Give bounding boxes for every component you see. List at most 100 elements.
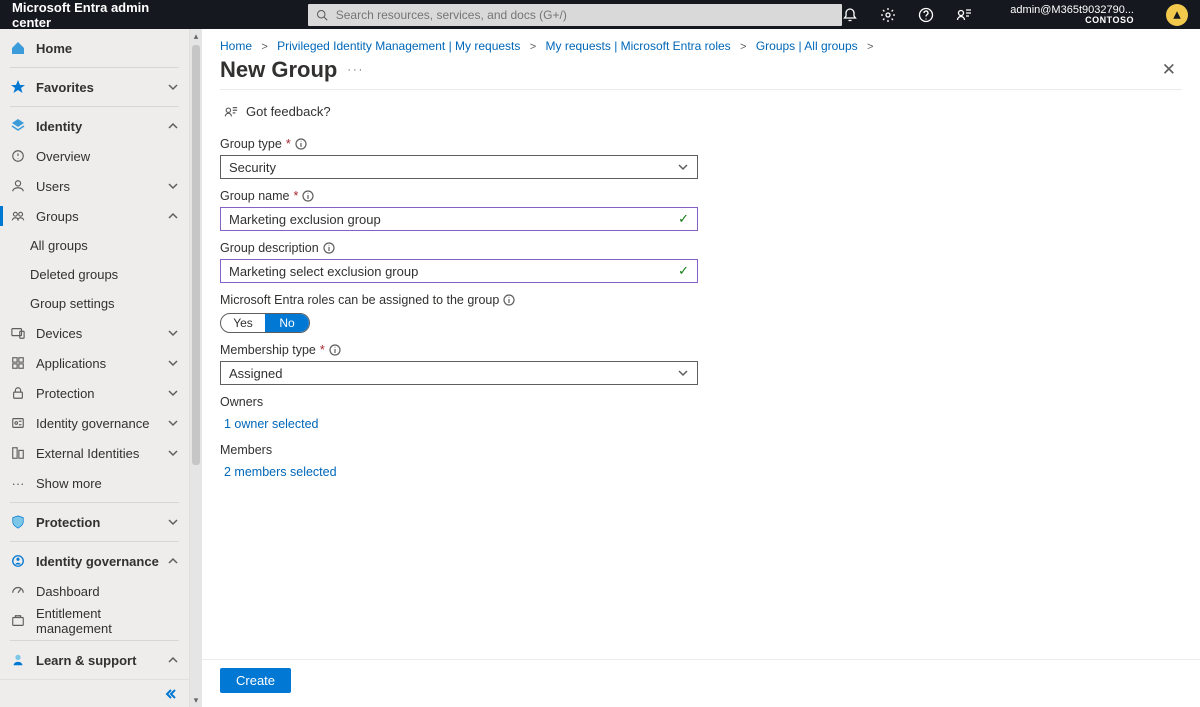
nav-home-label: Home [36, 41, 179, 56]
nav-groups-label: Groups [36, 209, 167, 224]
nav-identity[interactable]: Identity [0, 111, 189, 141]
chevron-up-icon [167, 555, 179, 567]
owners-link[interactable]: 1 owner selected [220, 413, 319, 433]
scroll-up-icon: ▴ [194, 29, 199, 43]
nav-entitlement[interactable]: Entitlement management [0, 606, 189, 636]
star-icon [10, 79, 26, 95]
nav-external-identities[interactable]: External Identities [0, 438, 189, 468]
info-icon[interactable] [329, 344, 341, 356]
roles-toggle-yes[interactable]: Yes [221, 314, 265, 332]
info-icon[interactable] [295, 138, 307, 150]
nav-group-settings-label: Group settings [30, 296, 179, 311]
roles-toggle[interactable]: Yes No [220, 313, 310, 333]
membership-select[interactable]: Assigned [220, 361, 698, 385]
nav-protection-sub-label: Protection [36, 386, 167, 401]
nav-home[interactable]: Home [0, 33, 189, 63]
feedback-icon [224, 105, 238, 119]
roles-label: Microsoft Entra roles can be assigned to… [220, 293, 499, 307]
avatar-icon [1171, 9, 1183, 21]
nav-identity-governance-label: Identity governance [36, 554, 167, 569]
breadcrumb-item[interactable]: Privileged Identity Management | My requ… [277, 39, 520, 53]
nav-dashboard-label: Dashboard [36, 584, 179, 599]
required-indicator: * [293, 189, 298, 203]
sidebar-scrollbar[interactable]: ▴ ▾ [190, 29, 202, 707]
topbar: Microsoft Entra admin center admin@M365t… [0, 0, 1200, 29]
nav-favorites[interactable]: Favorites [0, 72, 189, 102]
nav-overview[interactable]: Overview [0, 141, 189, 171]
nav-overview-label: Overview [36, 149, 179, 164]
group-desc-input[interactable]: Marketing select exclusion group ✓ [220, 259, 698, 283]
breadcrumb-item[interactable]: Home [220, 39, 252, 53]
more-actions-button[interactable]: ··· [347, 64, 364, 76]
account-block[interactable]: admin@M365t9032790... CONTOSO [1010, 4, 1134, 26]
shield-icon [10, 514, 26, 530]
overview-icon [10, 148, 26, 164]
info-icon[interactable] [302, 190, 314, 202]
nav-protection-sub[interactable]: Protection [0, 378, 189, 408]
lock-icon [10, 385, 26, 401]
group-name-input[interactable]: Marketing exclusion group ✓ [220, 207, 698, 231]
groups-icon [10, 208, 26, 224]
chevron-down-icon [167, 81, 179, 93]
breadcrumb-item[interactable]: Groups | All groups [756, 39, 858, 53]
footer: Create [202, 659, 1200, 707]
roles-toggle-no[interactable]: No [265, 314, 309, 332]
nav-applications-label: Applications [36, 356, 167, 371]
nav-deleted-groups[interactable]: Deleted groups [0, 260, 189, 289]
required-indicator: * [320, 343, 325, 357]
applications-icon [10, 355, 26, 371]
identity-icon [10, 118, 26, 134]
close-button[interactable]: ✕ [1162, 60, 1182, 80]
chevron-down-icon [167, 387, 179, 399]
nav-show-more[interactable]: ··· Show more [0, 468, 189, 498]
avatar[interactable] [1166, 4, 1188, 26]
global-search[interactable] [308, 4, 843, 26]
group-name-label: Group name [220, 189, 289, 203]
breadcrumb-item[interactable]: My requests | Microsoft Entra roles [546, 39, 731, 53]
nav-learn-support[interactable]: Learn & support [0, 645, 189, 675]
valid-check-icon: ✓ [678, 263, 689, 279]
help-icon[interactable] [918, 7, 934, 23]
chevron-down-icon [167, 327, 179, 339]
scroll-down-icon: ▾ [194, 693, 199, 707]
search-icon [316, 9, 328, 21]
feedback-button[interactable]: Got feedback? [220, 100, 335, 131]
group-name-value: Marketing exclusion group [229, 212, 381, 227]
nav-idgov-sub[interactable]: Identity governance [0, 408, 189, 438]
nav-users[interactable]: Users [0, 171, 189, 201]
settings-icon[interactable] [880, 7, 896, 23]
nav-applications[interactable]: Applications [0, 348, 189, 378]
info-icon[interactable] [503, 294, 515, 306]
account-user: admin@M365t9032790... [1010, 4, 1134, 16]
nav-groups[interactable]: Groups [0, 201, 189, 231]
nav-group-settings[interactable]: Group settings [0, 289, 189, 318]
chevron-right-icon: > [530, 41, 536, 53]
nav-idgov-sub-label: Identity governance [36, 416, 167, 431]
required-indicator: * [286, 137, 291, 151]
nav-devices[interactable]: Devices [0, 318, 189, 348]
chevron-down-icon [167, 516, 179, 528]
members-link[interactable]: 2 members selected [220, 461, 337, 481]
entitlement-icon [10, 613, 26, 629]
nav-protection-label: Protection [36, 515, 167, 530]
create-button[interactable]: Create [220, 668, 291, 693]
nav-identity-governance[interactable]: Identity governance [0, 546, 189, 576]
chevron-right-icon: > [261, 41, 267, 53]
support-icon [10, 652, 26, 668]
nav-entitlement-label: Entitlement management [36, 606, 179, 636]
main-panel: Home > Privileged Identity Management | … [202, 29, 1200, 707]
governance-icon [10, 415, 26, 431]
dashboard-icon [10, 583, 26, 599]
info-icon[interactable] [323, 242, 335, 254]
group-type-select[interactable]: Security [220, 155, 698, 179]
feedback-icon[interactable] [956, 7, 972, 23]
chevron-down-icon [167, 417, 179, 429]
nav-dashboard[interactable]: Dashboard [0, 576, 189, 606]
nav-protection[interactable]: Protection [0, 507, 189, 537]
feedback-label: Got feedback? [246, 104, 331, 119]
sidebar: Home Favorites Identity Overview Users [0, 29, 190, 707]
nav-all-groups[interactable]: All groups [0, 231, 189, 260]
collapse-sidebar-button[interactable] [0, 679, 189, 707]
global-search-input[interactable] [334, 7, 835, 23]
notifications-icon[interactable] [842, 7, 858, 23]
